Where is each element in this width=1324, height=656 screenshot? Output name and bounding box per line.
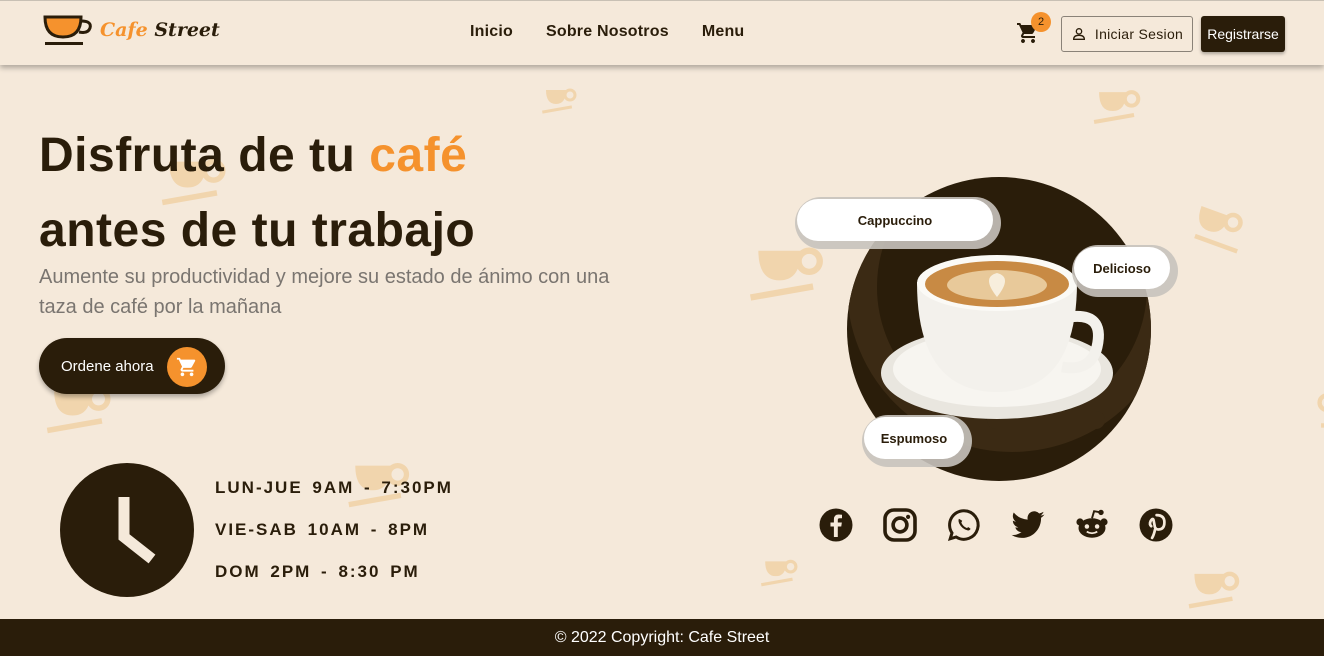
pinterest-icon[interactable] — [1138, 507, 1174, 543]
nav-link-inicio[interactable]: Inicio — [470, 23, 513, 41]
instagram-icon[interactable] — [882, 507, 918, 543]
cart-count-badge: 2 — [1031, 12, 1051, 32]
brand-logo[interactable]: Cafe Street — [42, 13, 220, 47]
social-links — [818, 507, 1202, 543]
user-icon — [1072, 28, 1085, 40]
background-cup-icon — [1194, 206, 1243, 254]
main-nav: Inicio Sobre Nosotros Menu — [470, 23, 777, 41]
tag-espumoso: Espumoso — [864, 417, 964, 459]
order-now-label: Ordene ahora — [61, 357, 154, 375]
facebook-icon[interactable] — [818, 507, 854, 543]
background-cup-icon — [749, 247, 823, 301]
hours-row-dom: DOM 2PM - 8:30 PM — [215, 562, 420, 581]
twitter-icon[interactable] — [1010, 507, 1046, 543]
register-button[interactable]: Registrarse — [1201, 16, 1285, 52]
background-cup-icon — [1317, 393, 1324, 428]
background-cup-icon — [542, 88, 577, 114]
hero-subtitle: Aumente su productividad y mejore su est… — [39, 266, 610, 318]
reddit-icon[interactable] — [1074, 507, 1110, 543]
clock-icon — [60, 463, 194, 597]
logo-text: Cafe Street — [100, 19, 220, 41]
hero-title-accent: café — [369, 129, 468, 182]
footer-copyright: © 2022 Copyright: Cafe Street — [0, 619, 1324, 656]
opening-hours: LUN-JUE 9AM - 7:30PM VIE-SAB 10AM - 8PM … — [215, 478, 453, 604]
order-now-button[interactable]: Ordene ahora — [39, 338, 225, 394]
background-cup-icon — [760, 559, 798, 587]
background-cup-icon — [1188, 571, 1240, 609]
hero-title: Disfruta de tu café antes de tu trabajo — [39, 118, 475, 268]
hours-row-vie-sab: VIE-SAB 10AM - 8PM — [215, 520, 430, 539]
tag-delicioso: Delicioso — [1074, 247, 1170, 289]
nav-link-sobre-nosotros[interactable]: Sobre Nosotros — [546, 23, 669, 41]
hero-title-start: Disfruta de tu — [39, 129, 356, 182]
top-navbar: Cafe Street Inicio Sobre Nosotros Menu 2… — [0, 0, 1324, 65]
login-button[interactable]: Iniciar Sesion — [1061, 16, 1193, 52]
nav-link-menu[interactable]: Menu — [702, 23, 745, 41]
tag-cappuccino: Cappuccino — [797, 199, 993, 241]
background-cup-icon — [1093, 90, 1141, 125]
login-label: Iniciar Sesion — [1094, 26, 1184, 42]
whatsapp-icon[interactable] — [946, 507, 982, 543]
hero-title-line2: antes de tu trabajo — [39, 204, 476, 257]
order-cart-icon — [167, 347, 207, 387]
coffee-cup-logo-icon — [43, 15, 92, 45]
hours-row-lun-jue: LUN-JUE 9AM - 7:30PM — [215, 478, 453, 497]
